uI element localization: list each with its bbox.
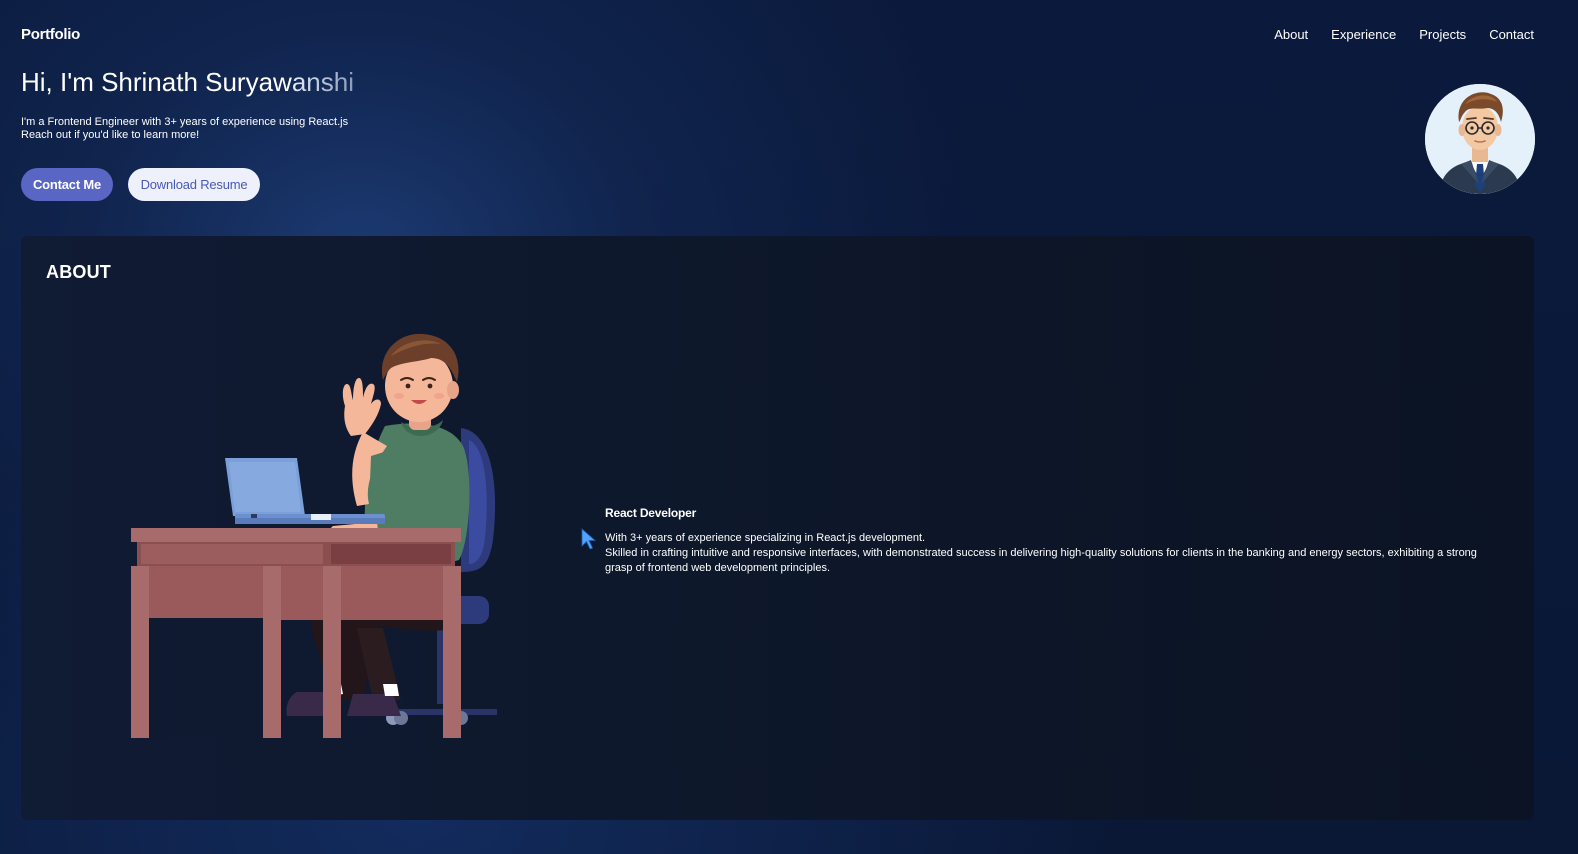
nav-link-contact[interactable]: Contact bbox=[1489, 27, 1534, 42]
role-title: React Developer bbox=[605, 506, 697, 520]
hero-headline-main: Hi, I'm Shrinath Suryaw bbox=[21, 67, 292, 97]
developer-at-desk-illustration bbox=[131, 333, 497, 738]
brand-logo[interactable]: Portfolio bbox=[21, 26, 80, 43]
avatar bbox=[1425, 84, 1535, 194]
developer-illustration bbox=[101, 328, 531, 753]
nav-link-projects[interactable]: Projects bbox=[1419, 27, 1466, 42]
about-title: ABOUT bbox=[46, 262, 111, 282]
avatar-portrait bbox=[1425, 84, 1535, 194]
hero-headline-fade: anshi bbox=[291, 67, 354, 97]
nav-link-about[interactable]: About bbox=[1274, 27, 1308, 42]
top-nav: About Experience Projects Contact bbox=[1274, 27, 1534, 42]
role-description-line1: With 3+ years of experience specializing… bbox=[605, 532, 926, 544]
role-description-line2: Skilled in crafting intuitive and respon… bbox=[605, 547, 1477, 574]
hero-intro-line2: Reach out if you'd like to learn more! bbox=[21, 129, 200, 141]
download-resume-button[interactable]: Download Resume bbox=[128, 168, 260, 201]
contact-me-button[interactable]: Contact Me bbox=[21, 168, 113, 201]
hero-intro-line1: I'm a Frontend Engineer with 3+ years of… bbox=[21, 116, 349, 128]
role-description: With 3+ years of experience specializing… bbox=[605, 531, 1485, 576]
hero-intro: I'm a Frontend Engineer with 3+ years of… bbox=[21, 116, 348, 142]
hero-headline: Hi, I'm Shrinath Suryawanshi bbox=[21, 67, 354, 98]
mouse-cursor-icon bbox=[581, 528, 597, 550]
nav-link-experience[interactable]: Experience bbox=[1331, 27, 1396, 42]
about-section: ABOUT React Developer With 3+ years of e… bbox=[21, 236, 1534, 820]
